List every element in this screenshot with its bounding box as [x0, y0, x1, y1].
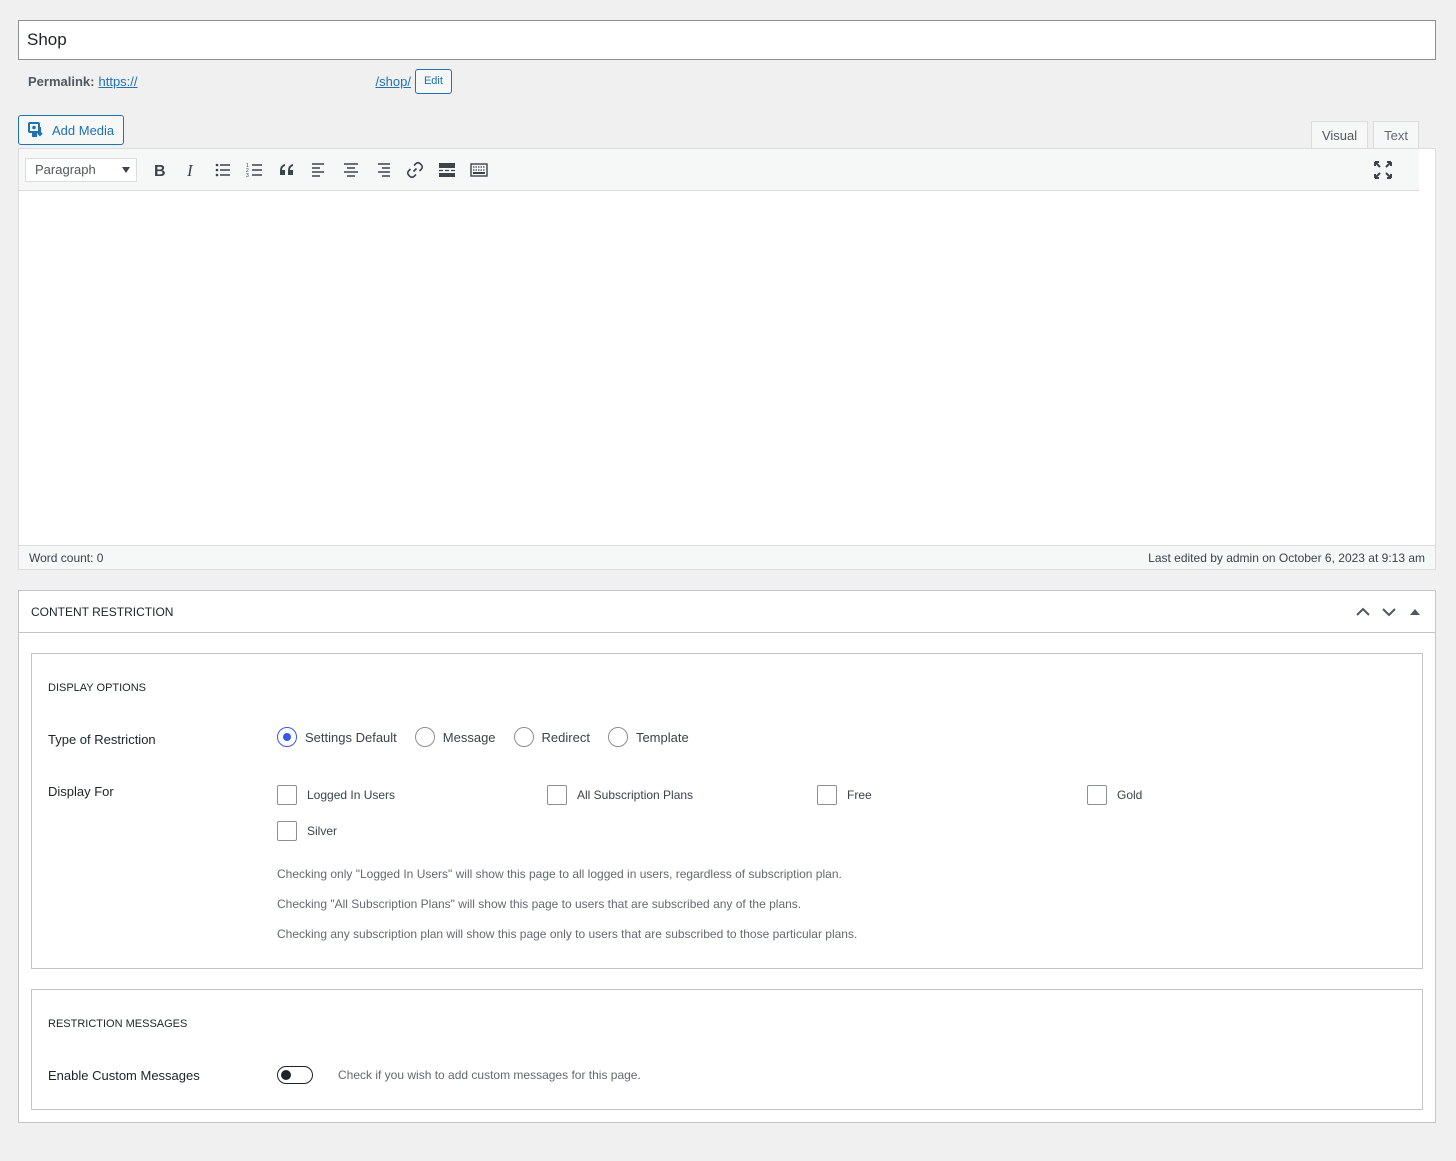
checkbox-box[interactable] — [277, 785, 297, 805]
add-media-label: Add Media — [52, 122, 115, 138]
fullscreen-button[interactable] — [1373, 160, 1393, 180]
radio-circle[interactable] — [414, 727, 435, 747]
content-restriction-metabox: CONTENT RESTRICTION DISPLAY OPTIONS Type… — [18, 590, 1436, 1123]
chevron-up-icon — [1356, 607, 1370, 616]
radio-label: Settings Default — [305, 729, 397, 745]
tab-text[interactable]: Text — [1373, 121, 1419, 149]
align-left-icon — [312, 162, 324, 177]
checkbox-gold[interactable]: Gold — [1087, 785, 1142, 805]
checkbox-box[interactable] — [547, 785, 567, 805]
metabox-title: CONTENT RESTRICTION — [31, 604, 174, 619]
display-options-title: DISPLAY OPTIONS — [48, 682, 147, 694]
enable-custom-messages-help: Check if you wish to add custom messages… — [338, 1068, 641, 1082]
display-for-label: Display For — [48, 784, 114, 799]
svg-text:I: I — [186, 161, 194, 179]
checkbox-label: Logged In Users — [307, 788, 396, 802]
checkbox-box[interactable] — [817, 785, 837, 805]
last-edited: Last edited by admin on October 6, 2023 … — [1148, 550, 1425, 565]
radio-circle[interactable] — [607, 727, 628, 747]
checkbox-silver[interactable]: Silver — [277, 821, 337, 841]
caret-up-icon — [1410, 608, 1420, 615]
blockquote-button[interactable] — [271, 155, 303, 185]
radio-template[interactable]: Template — [607, 727, 689, 747]
chevron-down-icon — [1382, 607, 1396, 616]
type-of-restriction-label: Type of Restriction — [48, 732, 156, 747]
move-up-button[interactable] — [1355, 604, 1371, 620]
restriction-messages-section: RESTRICTION MESSAGES Enable Custom Messa… — [31, 989, 1423, 1110]
radio-label: Template — [635, 729, 689, 745]
checkbox-label: Free — [847, 788, 872, 802]
link-icon — [406, 161, 424, 178]
bold-icon: B — [154, 163, 166, 179]
media-icon — [28, 122, 43, 137]
metabox-header: CONTENT RESTRICTION — [19, 591, 1435, 633]
format-select-value: Paragraph — [35, 162, 96, 177]
tab-visual[interactable]: Visual — [1310, 121, 1369, 150]
numbered-list-icon: 123 — [246, 163, 262, 179]
radio-circle[interactable] — [277, 727, 297, 747]
checkbox-label: Silver — [307, 824, 338, 838]
radio-message[interactable]: Message — [414, 727, 496, 747]
align-center-button[interactable] — [335, 155, 367, 185]
caret-down-icon — [122, 166, 130, 173]
align-right-button[interactable] — [367, 155, 399, 185]
permalink-link[interactable]: https:///shop/ — [98, 74, 410, 89]
page-title-input[interactable]: Shop — [18, 20, 1436, 60]
enable-custom-messages-toggle[interactable] — [277, 1066, 313, 1084]
insert-link-button[interactable] — [399, 155, 431, 185]
svg-text:3: 3 — [246, 173, 249, 179]
checkbox-free[interactable]: Free — [817, 785, 872, 805]
editor-toolbar: Paragraph B I 123 — [19, 149, 1419, 191]
add-media-button[interactable]: Add Media — [18, 115, 124, 145]
align-left-button[interactable] — [303, 155, 335, 185]
help-text-logged-in: Checking only "Logged In Users" will sho… — [277, 867, 842, 881]
bulleted-list-button[interactable] — [207, 155, 239, 185]
permalink-label: Permalink: — [28, 74, 95, 89]
format-select[interactable]: Paragraph — [25, 157, 137, 182]
checkbox-box[interactable] — [1087, 785, 1107, 805]
bold-button[interactable]: B — [143, 155, 175, 185]
permalink-edit-button[interactable]: Edit — [414, 69, 452, 94]
numbered-list-button[interactable]: 123 — [239, 155, 271, 185]
checkbox-label: All Subscription Plans — [577, 788, 694, 802]
radio-circle[interactable] — [513, 727, 534, 747]
toolbar-toggle-button[interactable] — [463, 155, 495, 185]
collapse-button[interactable] — [1407, 604, 1423, 620]
restriction-type-group: Settings Default Message Redirect Templa… — [277, 727, 707, 747]
checkbox-label: Gold — [1117, 788, 1143, 802]
word-count: Word count: 0 — [29, 550, 104, 565]
enable-custom-messages-label: Enable Custom Messages — [48, 1068, 200, 1083]
fullscreen-icon — [1374, 161, 1392, 179]
content-editor[interactable]: Paragraph B I 123 Word count: 0 Last edi… — [18, 148, 1436, 570]
toolbar-toggle-icon — [470, 162, 488, 177]
editor-status-bar: Word count: 0 Last edited by admin on Oc… — [19, 545, 1435, 569]
bulleted-list-icon — [215, 163, 230, 176]
display-options-section: DISPLAY OPTIONS Type of Restriction Sett… — [31, 653, 1423, 969]
editor-tabs: Visual Text — [1310, 121, 1419, 150]
radio-redirect[interactable]: Redirect — [513, 727, 590, 747]
radio-label: Message — [442, 729, 496, 745]
read-more-icon — [439, 162, 455, 177]
italic-icon: I — [186, 161, 194, 179]
restriction-messages-title: RESTRICTION MESSAGES — [48, 1018, 188, 1030]
align-right-icon — [378, 162, 390, 177]
move-down-button[interactable] — [1381, 604, 1397, 620]
blockquote-icon — [280, 163, 293, 175]
checkbox-logged-in-users[interactable]: Logged In Users — [277, 785, 395, 805]
italic-button[interactable]: I — [175, 155, 207, 185]
read-more-button[interactable] — [431, 155, 463, 185]
help-text-all-plans: Checking "All Subscription Plans" will s… — [277, 897, 802, 911]
align-center-icon — [344, 162, 358, 177]
permalink: Permalink: https:///shop/ Edit — [28, 69, 452, 94]
help-text-specific-plans: Checking any subscription plan will show… — [277, 927, 858, 941]
checkbox-box[interactable] — [277, 821, 297, 841]
checkbox-all-subscription-plans[interactable]: All Subscription Plans — [547, 785, 693, 805]
svg-text:B: B — [154, 163, 166, 179]
radio-label: Redirect — [541, 729, 590, 745]
radio-settings-default[interactable]: Settings Default — [277, 727, 397, 747]
